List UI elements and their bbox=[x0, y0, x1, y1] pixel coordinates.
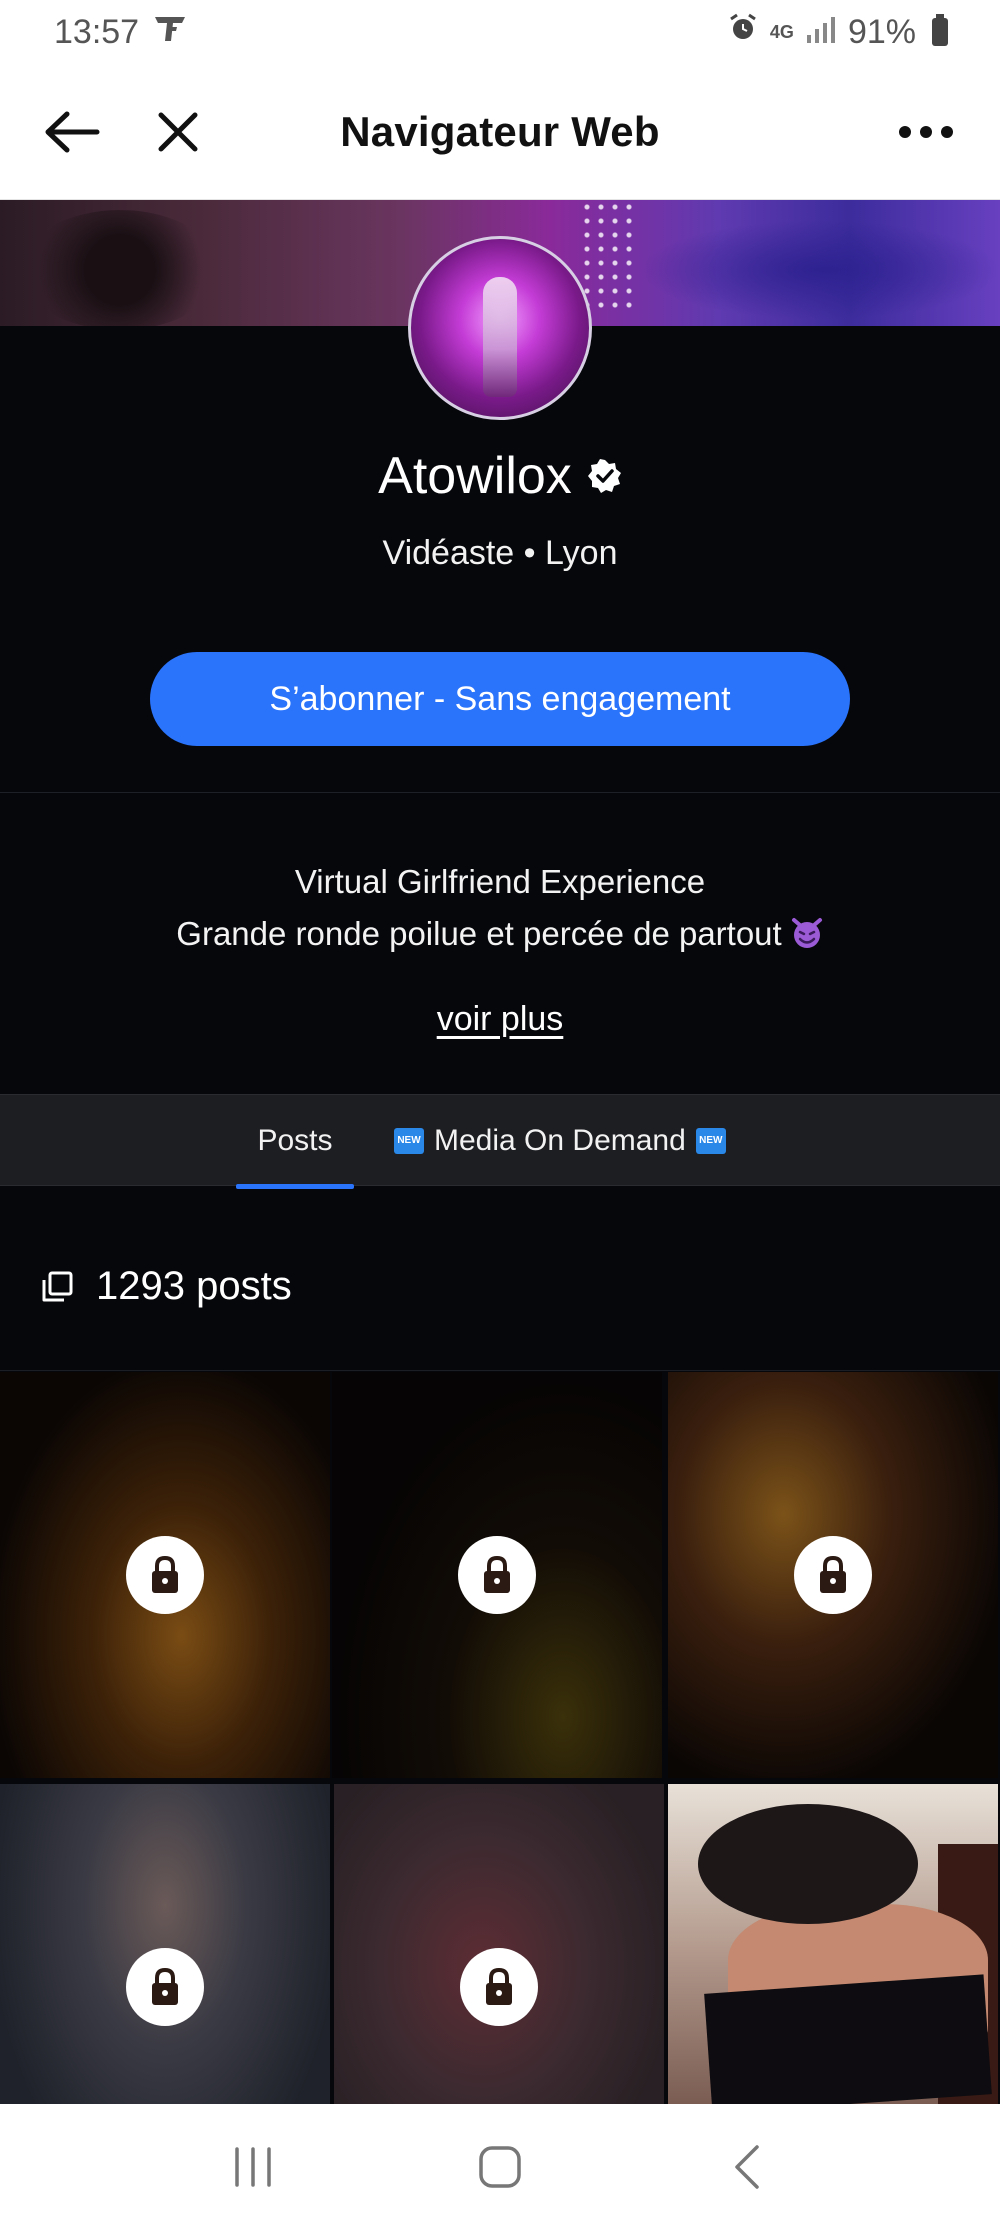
profile-name-row: Atowilox bbox=[0, 446, 1000, 506]
profile-name: Atowilox bbox=[378, 447, 572, 505]
new-badge-icon: NEW bbox=[394, 1128, 424, 1154]
verified-badge-icon bbox=[587, 459, 621, 493]
lock-icon bbox=[460, 1948, 538, 2026]
profile-page: Atowilox Vidéaste • Lyon S’abonner - San… bbox=[0, 200, 1000, 2104]
see-more-link[interactable]: voir plus bbox=[0, 1000, 1000, 1039]
profile-bio: Virtual Girlfriend Experience Grande ron… bbox=[0, 856, 1000, 960]
post-tile[interactable] bbox=[668, 1784, 998, 2104]
profile-subtitle: Vidéaste • Lyon bbox=[382, 534, 618, 572]
home-icon bbox=[479, 2146, 521, 2188]
lock-icon bbox=[794, 1536, 872, 1614]
home-button[interactable] bbox=[460, 2127, 540, 2207]
lock-icon bbox=[126, 1536, 204, 1614]
lock-icon bbox=[458, 1536, 536, 1614]
subscribe-button[interactable]: S’abonner - Sans engagement bbox=[150, 652, 850, 746]
recent-apps-icon bbox=[235, 2147, 272, 2187]
tab-media-on-demand[interactable]: NEW Media On Demand NEW bbox=[394, 1095, 726, 1187]
post-tile[interactable] bbox=[668, 1372, 998, 1778]
avatar[interactable] bbox=[408, 236, 592, 420]
more-icon bbox=[899, 126, 953, 138]
post-tile[interactable] bbox=[0, 1784, 330, 2104]
bio-line-2: Grande ronde poilue et percée de partout bbox=[0, 908, 1000, 960]
system-back-button[interactable] bbox=[707, 2127, 787, 2207]
recent-apps-button[interactable] bbox=[213, 2127, 293, 2207]
post-tile[interactable] bbox=[0, 1372, 330, 1778]
devil-emoji-icon bbox=[791, 918, 822, 948]
posts-stack-icon bbox=[42, 1271, 73, 1301]
divider bbox=[0, 792, 1000, 793]
status-time: 13:57 bbox=[54, 12, 140, 51]
more-options-button[interactable] bbox=[892, 98, 960, 166]
post-tile[interactable] bbox=[334, 1784, 664, 2104]
notification-app-icon bbox=[153, 13, 187, 52]
posts-count: 1293 posts bbox=[96, 1264, 292, 1308]
battery-icon bbox=[932, 14, 948, 46]
post-tile[interactable] bbox=[332, 1372, 662, 1778]
tab-posts[interactable]: Posts bbox=[236, 1095, 354, 1189]
profile-tabs: Posts NEW Media On Demand NEW bbox=[0, 1094, 1000, 1189]
divider bbox=[0, 1370, 1000, 1371]
bio-line-1: Virtual Girlfriend Experience bbox=[294, 863, 706, 900]
network-type: 4G bbox=[769, 21, 794, 42]
system-nav-bar bbox=[0, 2104, 1000, 2230]
app-header: Navigateur Web bbox=[0, 64, 1000, 200]
signal-icon bbox=[806, 13, 836, 52]
battery-level: 91% bbox=[847, 12, 916, 51]
chevron-left-icon bbox=[734, 2145, 759, 2189]
new-badge-icon: NEW bbox=[695, 1128, 726, 1154]
status-bar: 13:57 4G 91% bbox=[0, 0, 1000, 64]
alarm-icon bbox=[728, 13, 758, 52]
header-title: Navigateur Web bbox=[340, 108, 660, 155]
lock-icon bbox=[126, 1948, 204, 2026]
posts-count-row: 1293 posts bbox=[40, 1264, 292, 1309]
